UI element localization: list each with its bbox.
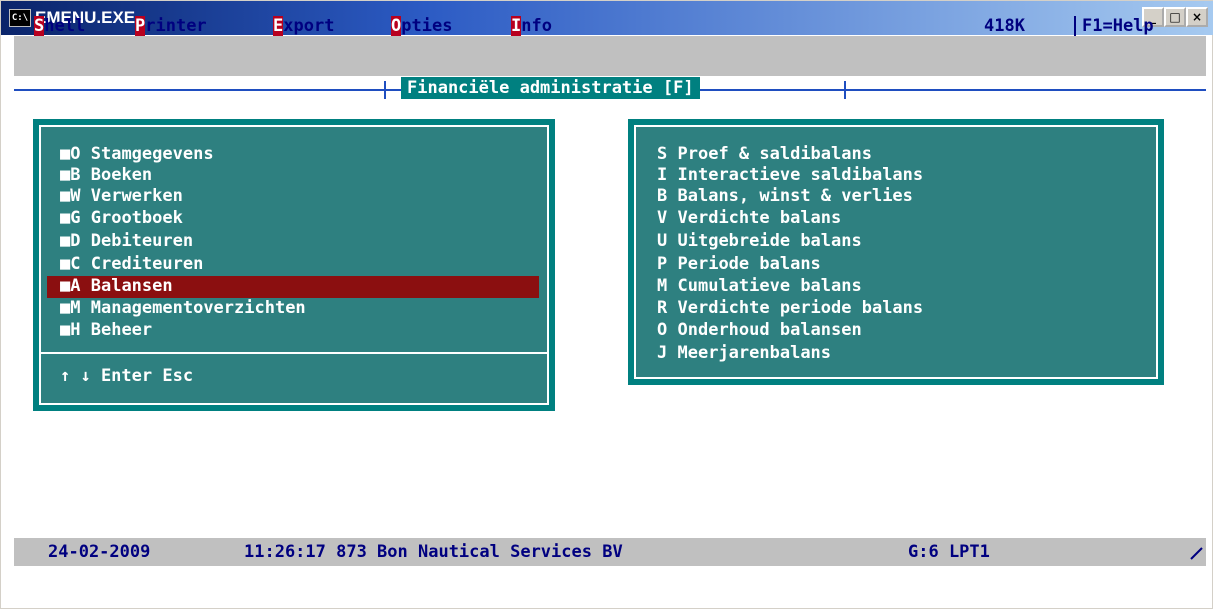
item-key: ■A	[60, 276, 81, 296]
main-menu-item-debiteuren[interactable]: ■D Debiteuren	[60, 231, 193, 252]
item-key: P	[657, 254, 668, 274]
header-rule-cap-left	[384, 81, 386, 99]
menu-opties[interactable]: Opties	[391, 16, 452, 36]
menu-label: nfo	[521, 16, 552, 36]
item-label: Balans, winst & verlies	[677, 186, 913, 206]
status-date: 24-02-2009	[48, 542, 151, 562]
item-label: Verwerken	[90, 186, 183, 206]
item-key: ■B	[60, 165, 81, 185]
item-label: Crediteuren	[90, 254, 204, 274]
resize-grip-icon[interactable]	[1189, 546, 1203, 560]
submenu-item-uitgebreide-balans[interactable]: U Uitgebreide balans	[657, 231, 862, 252]
menu-label: hell	[44, 16, 86, 36]
item-label: Uitgebreide balans	[677, 231, 862, 251]
submenu-item-verdichte-periode-balans[interactable]: R Verdichte periode balans	[657, 298, 923, 319]
menu-hotkey: S	[34, 16, 45, 36]
main-menu-item-beheer[interactable]: ■H Beheer	[60, 320, 152, 341]
main-menu-item-stamgegevens[interactable]: ■O Stamgegevens	[60, 144, 214, 165]
keyboard-hint: ↑ ↓ Enter Esc	[60, 366, 194, 386]
console-icon[interactable]: C:\	[9, 9, 31, 27]
help-hint[interactable]: F1=Help	[1074, 16, 1154, 36]
status-time-company: 11:26:17 873 Bon Nautical Services BV	[244, 542, 623, 562]
item-key: R	[657, 298, 668, 318]
menu-hotkey: I	[511, 16, 522, 36]
menu-hotkey: P	[135, 16, 146, 36]
item-key: ■G	[60, 208, 81, 228]
submenu-item-interactieve-saldibalans[interactable]: I Interactieve saldibalans	[657, 165, 923, 186]
dos-window: C:\ EMENU.EXE _ □ × Shell Printer Export…	[0, 0, 1213, 609]
submenu-item-proef-saldibalans[interactable]: S Proef & saldibalans	[657, 144, 872, 165]
menu-bar	[14, 36, 1206, 76]
menu-hotkey: E	[273, 16, 284, 36]
item-label: Proef & saldibalans	[677, 144, 872, 164]
item-label: Managementoverzichten	[90, 298, 306, 318]
item-key: S	[657, 144, 668, 164]
item-label: Debiteuren	[90, 231, 194, 251]
item-key: B	[657, 186, 668, 206]
page-title: Financiële administratie [F]	[401, 77, 700, 99]
item-label: Beheer	[90, 320, 153, 340]
item-label: Verdichte balans	[677, 208, 842, 228]
submenu-item-balans-winst-verlies[interactable]: B Balans, winst & verlies	[657, 186, 913, 207]
item-key: V	[657, 208, 668, 228]
main-menu-item-balansen[interactable]: ■A Balansen	[60, 276, 173, 297]
item-label: Onderhoud balansen	[677, 320, 862, 340]
item-label: Verdichte periode balans	[677, 298, 924, 318]
item-key: ■D	[60, 231, 81, 251]
item-key: O	[657, 320, 668, 340]
item-key: U	[657, 231, 668, 251]
item-key: ■O	[60, 144, 81, 164]
menu-printer[interactable]: Printer	[135, 16, 207, 36]
main-menu-item-boeken[interactable]: ■B Boeken	[60, 165, 152, 186]
main-menu-item-grootboek[interactable]: ■G Grootboek	[60, 208, 183, 229]
main-menu-item-verwerken[interactable]: ■W Verwerken	[60, 186, 183, 207]
item-label: Stamgegevens	[90, 144, 214, 164]
menu-label: rinter	[145, 16, 207, 36]
memory-indicator: 418K	[984, 16, 1025, 36]
item-key: ■W	[60, 186, 81, 206]
item-label: Periode balans	[677, 254, 821, 274]
menu-label: pties	[401, 16, 453, 36]
header-rule-cap-right	[844, 81, 846, 99]
status-printer: G:6 LPT1	[908, 542, 990, 562]
submenu-item-cumulatieve-balans[interactable]: M Cumulatieve balans	[657, 276, 862, 297]
submenu-item-onderhoud-balansen[interactable]: O Onderhoud balansen	[657, 320, 862, 341]
menu-info[interactable]: Info	[511, 16, 552, 36]
panel-divider	[39, 352, 548, 354]
menu-hotkey: O	[391, 16, 402, 36]
main-menu-item-managementoverzichten[interactable]: ■M Managementoverzichten	[60, 298, 306, 319]
item-key: ■C	[60, 254, 81, 274]
item-key: J	[657, 343, 668, 363]
item-label: Cumulatieve balans	[677, 276, 862, 296]
item-label: Boeken	[90, 165, 153, 185]
item-key: ■M	[60, 298, 81, 318]
item-key: ■H	[60, 320, 81, 340]
menu-label: xport	[283, 16, 335, 36]
item-label: Meerjarenbalans	[677, 343, 832, 363]
item-label: Interactieve saldibalans	[677, 165, 924, 185]
submenu-item-periode-balans[interactable]: P Periode balans	[657, 254, 821, 275]
item-label: Balansen	[90, 276, 173, 296]
item-key: M	[657, 276, 668, 296]
submenu-item-meerjarenbalans[interactable]: J Meerjarenbalans	[657, 343, 831, 364]
main-menu-item-crediteuren[interactable]: ■C Crediteuren	[60, 254, 203, 275]
close-button[interactable]: ×	[1186, 7, 1208, 27]
menu-export[interactable]: Export	[273, 16, 334, 36]
menu-shell[interactable]: Shell	[34, 16, 85, 36]
item-label: Grootboek	[90, 208, 183, 228]
item-key: I	[657, 165, 668, 185]
maximize-button[interactable]: □	[1164, 7, 1186, 27]
submenu-item-verdichte-balans[interactable]: V Verdichte balans	[657, 208, 841, 229]
